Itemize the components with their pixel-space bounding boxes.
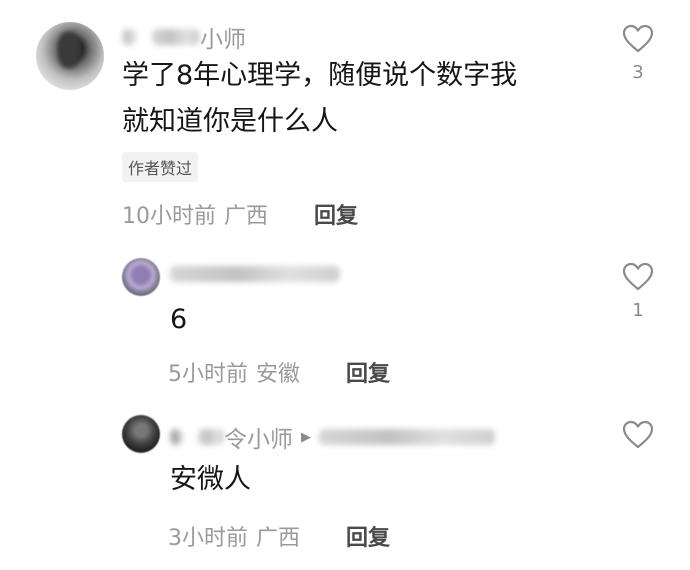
author-liked-badge: 作者赞过 — [122, 152, 199, 182]
like-button[interactable]: 3 — [618, 24, 658, 83]
reply-button[interactable]: 回复 — [346, 520, 390, 552]
heart-outline-icon — [622, 24, 654, 53]
username-blurred — [170, 266, 340, 282]
reply-time: 3小时前 — [168, 526, 248, 551]
username[interactable] — [170, 266, 340, 282]
comment-location: 广西 — [224, 204, 269, 229]
username-blurred — [152, 29, 200, 45]
like-count: 1 — [632, 300, 644, 321]
triangle-right-icon: ▶ — [301, 429, 311, 445]
username-suffix: 令小师 — [224, 427, 293, 453]
like-count: 3 — [632, 62, 644, 83]
heart-outline-icon — [622, 420, 654, 449]
comment-text-line2: 就知道你是什么人 — [122, 106, 338, 137]
comment-text-line1: 学了8年心理学，随便说个数字我 — [122, 60, 518, 91]
reply-meta: 5小时前 安徽 — [168, 356, 300, 388]
reply-location: 广西 — [256, 526, 301, 551]
username-blurred — [170, 429, 182, 445]
username[interactable]: 令小师 ▶ — [170, 420, 495, 454]
avatar[interactable] — [122, 258, 160, 296]
reply-meta: 3小时前 广西 — [168, 520, 300, 552]
like-button[interactable]: 1 — [618, 262, 658, 321]
reply-to-username-blurred[interactable] — [319, 429, 495, 445]
username-suffix: 小师 — [200, 27, 246, 53]
reply-button[interactable]: 回复 — [314, 198, 358, 230]
username-blurred — [198, 429, 224, 445]
reply-time: 5小时前 — [168, 362, 248, 387]
like-button[interactable] — [618, 420, 658, 450]
reply-text: 6 — [170, 304, 188, 335]
avatar[interactable] — [36, 22, 104, 90]
reply-location: 安徽 — [256, 362, 301, 387]
username-blurred — [122, 29, 136, 45]
avatar[interactable] — [122, 415, 160, 453]
reply-text: 安微人 — [170, 464, 251, 495]
comment-meta: 10小时前 广西 — [122, 198, 268, 230]
comment-time: 10小时前 — [122, 204, 216, 229]
heart-outline-icon — [622, 262, 654, 291]
reply-button[interactable]: 回复 — [346, 356, 390, 388]
username[interactable]: 小师 — [122, 20, 246, 54]
